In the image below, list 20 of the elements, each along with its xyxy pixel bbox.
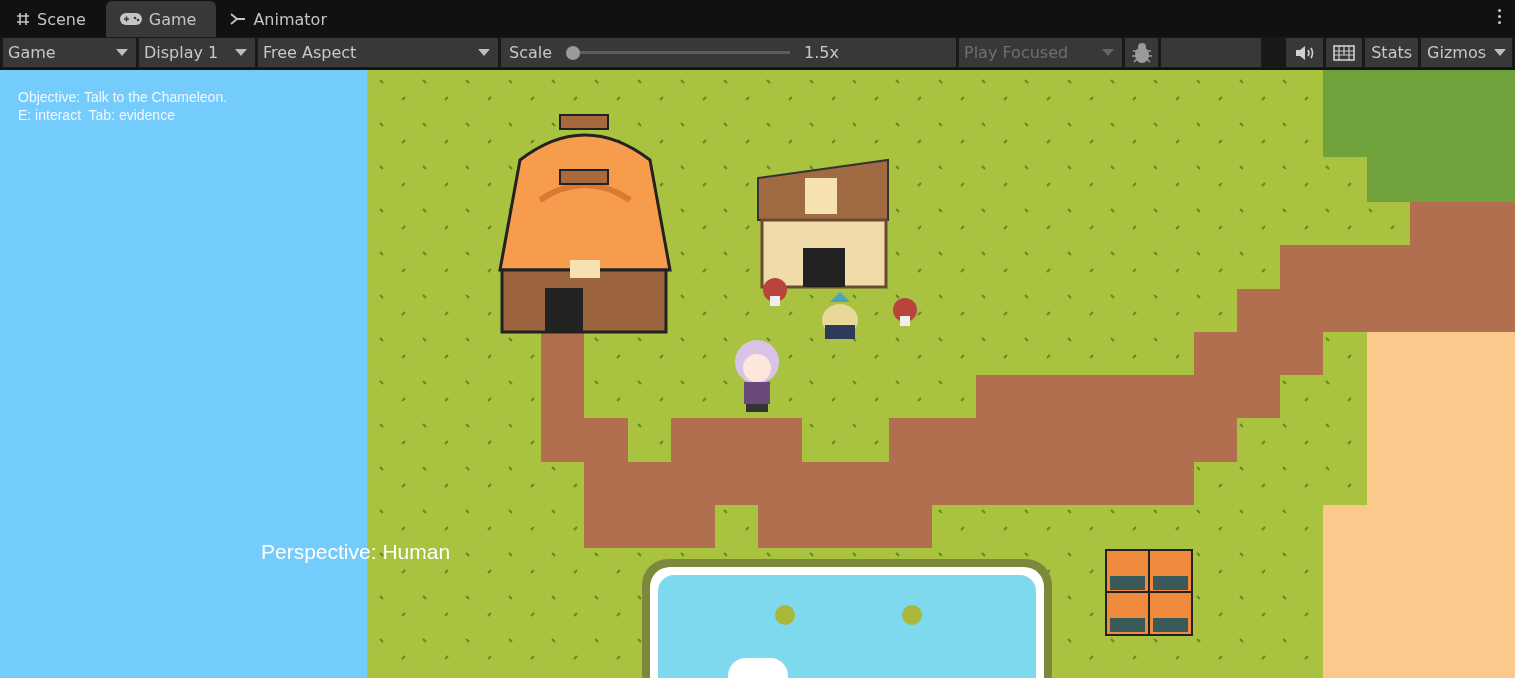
grid-icon [16, 12, 30, 26]
stats-button[interactable]: Stats [1365, 38, 1419, 67]
more-options-icon[interactable] [1498, 9, 1501, 24]
gamepad-icon [119, 13, 142, 25]
hud-text: Objective: Talk to the Chameleon. [18, 88, 228, 106]
view-dropdown[interactable]: Game [3, 38, 136, 67]
gizmos-button[interactable]: Gizmos [1421, 38, 1512, 67]
hud-text: E: interact Tab: evidence [18, 106, 176, 124]
speaker-icon[interactable] [1294, 44, 1315, 61]
editor-tab[interactable]: Scene [2, 1, 106, 37]
display-dropdown[interactable]: Display 1 [139, 38, 255, 67]
editor-tab[interactable]: Animator [216, 1, 347, 37]
scale-label: Scale [509, 43, 553, 62]
bug-icon[interactable] [1131, 41, 1152, 64]
slider-thumb[interactable] [565, 45, 580, 60]
keyboard-icon[interactable] [1333, 44, 1356, 61]
aspect-dropdown[interactable]: Free Aspect [258, 38, 498, 67]
scale-reading: 1.5x [804, 43, 839, 62]
editor-tab[interactable]: Game [105, 1, 217, 37]
branch-icon [230, 12, 247, 26]
